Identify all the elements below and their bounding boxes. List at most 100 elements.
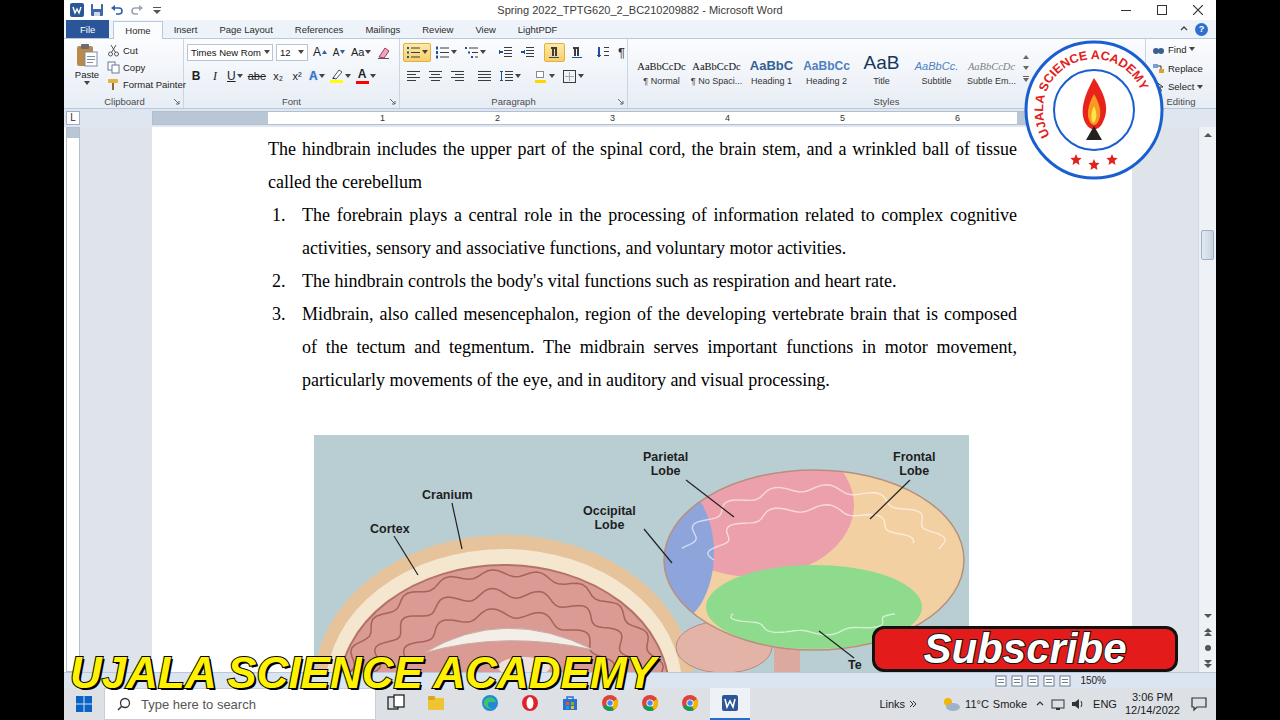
browse-object-button[interactable]: [1199, 640, 1216, 656]
tab-selector[interactable]: L: [66, 111, 80, 125]
editing-item[interactable]: Find: [1152, 42, 1213, 57]
style-item[interactable]: AaBbCcDc¶ Normal: [634, 44, 689, 92]
save-icon[interactable]: [90, 3, 104, 17]
maximize-button[interactable]: [1144, 0, 1180, 20]
font-button[interactable]: Aa: [349, 43, 373, 62]
zoom-level[interactable]: 150%: [1080, 675, 1106, 686]
ribbon-tab[interactable]: LightPDF: [507, 21, 569, 38]
input-language[interactable]: ENG: [1093, 698, 1117, 710]
style-item[interactable]: AaBbCHeading 1: [744, 44, 799, 92]
dialog-launcher-icon[interactable]: [173, 98, 180, 105]
view-icon[interactable]: [1058, 675, 1072, 687]
paragraph-button[interactable]: [566, 43, 587, 62]
scroll-thumb[interactable]: [1201, 230, 1214, 260]
previous-page-button[interactable]: [1199, 624, 1216, 640]
scroll-down-button[interactable]: [1199, 608, 1216, 624]
paragraph-button[interactable]: [593, 43, 614, 62]
font-button[interactable]: A: [330, 43, 348, 62]
ribbon-tab[interactable]: Page Layout: [208, 21, 283, 38]
more-icon[interactable]: [1021, 75, 1031, 83]
paragraph-button[interactable]: [496, 67, 524, 86]
view-icon[interactable]: [1010, 675, 1024, 687]
redo-icon[interactable]: [130, 3, 144, 17]
show-hidden-icon[interactable]: [1035, 699, 1045, 709]
ribbon-tab[interactable]: Mailings: [354, 21, 411, 38]
paragraph-button[interactable]: [474, 67, 495, 86]
paragraph-button[interactable]: [432, 43, 460, 62]
style-item[interactable]: AaBbCcDc¶ No Spaci...: [689, 44, 744, 92]
clipboard-item[interactable]: Copy: [107, 59, 186, 76]
font-button[interactable]: x₂: [269, 67, 287, 86]
font-button[interactable]: A: [307, 67, 327, 86]
brain-diagram[interactable]: CraniumCortexParietalLobeFrontalLobeOcci…: [314, 435, 969, 672]
help-button[interactable]: ?: [1195, 23, 1208, 36]
gallery-scroll[interactable]: [1019, 53, 1031, 83]
paragraph-button[interactable]: [403, 67, 424, 86]
taskbar-app[interactable]: [670, 688, 710, 720]
font-button[interactable]: I: [206, 67, 224, 86]
taskbar-app[interactable]: [710, 688, 750, 720]
ribbon-tab[interactable]: Review: [411, 21, 464, 38]
paragraph-button[interactable]: [517, 43, 538, 62]
ribbon-tab[interactable]: References: [284, 21, 355, 38]
scroll-down-icon[interactable]: [1021, 64, 1031, 72]
paragraph-button[interactable]: [403, 43, 431, 62]
scroll-up-button[interactable]: [1199, 127, 1216, 143]
clipboard-item[interactable]: Format Painter: [107, 76, 186, 93]
network-icon[interactable]: [1051, 697, 1065, 711]
style-item[interactable]: AaBTitle: [854, 44, 909, 92]
paragraph-button[interactable]: [559, 67, 587, 86]
weather-widget[interactable]: 11°CSmoke: [941, 696, 1027, 712]
dialog-launcher-icon[interactable]: [389, 98, 396, 105]
dialog-launcher-icon[interactable]: [617, 98, 624, 105]
customize-toolbar-icon[interactable]: [150, 3, 164, 17]
font-family-box[interactable]: Times New Rom: [187, 44, 273, 61]
style-item[interactable]: AaBbCc.Subtitle: [909, 44, 964, 92]
collapse-ribbon-icon[interactable]: [1179, 24, 1189, 34]
font-size-box[interactable]: 12: [276, 44, 308, 61]
close-button[interactable]: [1180, 0, 1216, 20]
paragraph-button[interactable]: ¶: [615, 43, 628, 62]
font-button[interactable]: U: [225, 67, 245, 86]
minimize-button[interactable]: [1108, 0, 1144, 20]
font-button[interactable]: [374, 43, 393, 62]
clipboard-item[interactable]: Cut: [107, 42, 186, 59]
subscribe-badge[interactable]: Subscribe: [872, 626, 1178, 672]
clock[interactable]: 3:06 PM12/14/2022: [1125, 691, 1180, 717]
vertical-ruler[interactable]: [66, 127, 80, 672]
notification-button[interactable]: [1188, 696, 1210, 712]
ribbon-tab[interactable]: Insert: [163, 21, 209, 38]
view-icon[interactable]: [1042, 675, 1056, 687]
word-app-icon[interactable]: [70, 3, 84, 17]
font-button[interactable]: A: [311, 43, 329, 62]
view-icon[interactable]: [1026, 675, 1040, 687]
editing-item[interactable]: Replace: [1152, 61, 1213, 76]
ribbon-tab[interactable]: View: [464, 21, 506, 38]
paragraph-button[interactable]: [530, 67, 558, 86]
vertical-scrollbar[interactable]: [1198, 127, 1216, 672]
font-button[interactable]: B: [187, 67, 205, 86]
paragraph-button[interactable]: [425, 67, 446, 86]
links-toolbar[interactable]: Links: [879, 698, 917, 710]
undo-icon[interactable]: [110, 3, 124, 17]
font-button[interactable]: x²: [288, 67, 306, 86]
scroll-up-icon[interactable]: [1021, 53, 1031, 61]
paste-button[interactable]: Paste: [69, 42, 105, 94]
font-button[interactable]: A: [354, 67, 378, 86]
paragraph-button[interactable]: [544, 43, 565, 62]
paragraph-button[interactable]: [461, 43, 489, 62]
font-button[interactable]: abe: [246, 67, 268, 86]
font-button[interactable]: [328, 67, 353, 86]
paragraph-button[interactable]: [495, 43, 516, 62]
view-icon[interactable]: [994, 675, 1008, 687]
style-item[interactable]: AaBbCcHeading 2: [799, 44, 854, 92]
ribbon-tab[interactable]: File: [66, 20, 109, 38]
document-page[interactable]: The hindbrain includes the upper part of…: [152, 127, 1132, 672]
style-item[interactable]: AaBbCcDcSubtle Em...: [964, 44, 1019, 92]
volume-icon[interactable]: [1071, 697, 1085, 711]
horizontal-ruler[interactable]: 123456: [152, 111, 1132, 125]
paragraph-button[interactable]: [447, 67, 468, 86]
editing-item[interactable]: Select: [1152, 79, 1213, 94]
ribbon-tab[interactable]: Home: [113, 21, 162, 39]
next-page-button[interactable]: [1199, 656, 1216, 672]
